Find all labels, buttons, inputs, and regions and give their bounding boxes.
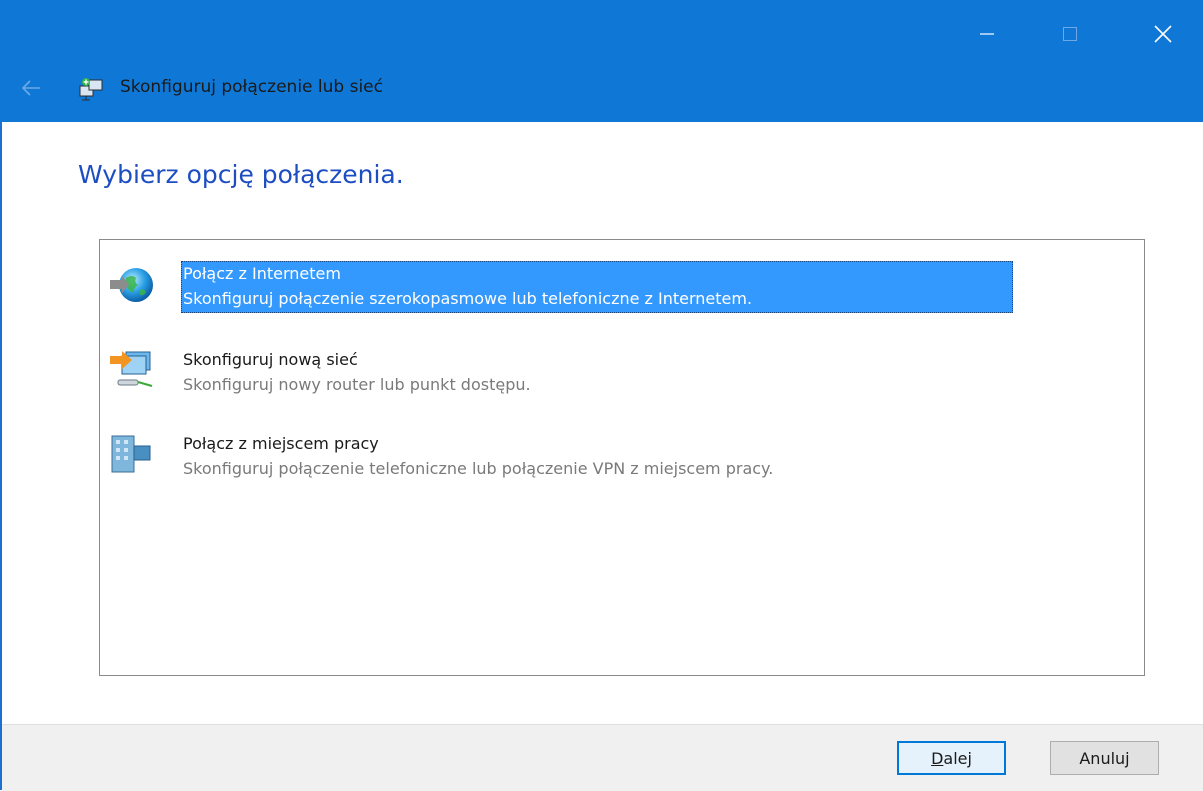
workplace-icon	[108, 432, 156, 478]
footer-bar	[2, 724, 1203, 791]
window-border	[0, 122, 2, 790]
back-arrow-icon	[21, 80, 40, 96]
minimize-button[interactable]	[964, 8, 1010, 60]
network-setup-icon	[78, 76, 106, 102]
option-title: Połącz z Internetem	[183, 264, 341, 283]
next-button[interactable]: Dalej	[897, 741, 1006, 775]
close-icon	[1154, 25, 1172, 43]
back-button[interactable]	[18, 76, 44, 100]
next-button-label: alej	[943, 748, 972, 768]
close-button[interactable]	[1140, 8, 1186, 60]
cancel-button[interactable]: Anuluj	[1050, 741, 1159, 775]
setup-connection-window: Skonfiguruj połączenie lub sieć Wybierz …	[0, 0, 1203, 791]
next-button-mnemonic: D	[931, 748, 944, 768]
page-heading: Wybierz opcję połączenia.	[78, 160, 404, 189]
option-connect-internet[interactable]: Połącz z Internetem Skonfiguruj połączen…	[100, 240, 1140, 313]
option-title: Połącz z miejscem pracy	[183, 434, 379, 453]
option-connect-workplace[interactable]: Połącz z miejscem pracy Skonfiguruj połą…	[100, 412, 1140, 478]
option-setup-new-network[interactable]: Skonfiguruj nową sieć Skonfiguruj nowy r…	[100, 326, 1140, 394]
title-bar: Skonfiguruj połączenie lub sieć	[0, 0, 1203, 122]
maximize-button	[1047, 8, 1093, 60]
minimize-icon	[980, 33, 994, 35]
globe-icon	[108, 264, 156, 310]
option-title: Skonfiguruj nową sieć	[183, 350, 358, 369]
option-description: Skonfiguruj nowy router lub punkt dostęp…	[183, 375, 531, 394]
window-title: Skonfiguruj połączenie lub sieć	[120, 77, 383, 97]
option-description: Skonfiguruj połączenie szerokopasmowe lu…	[183, 289, 753, 308]
connection-options-list[interactable]: Połącz z Internetem Skonfiguruj połączen…	[99, 239, 1145, 676]
new-network-icon	[108, 346, 156, 392]
option-description: Skonfiguruj połączenie telefoniczne lub …	[183, 459, 774, 478]
maximize-icon	[1063, 27, 1077, 41]
